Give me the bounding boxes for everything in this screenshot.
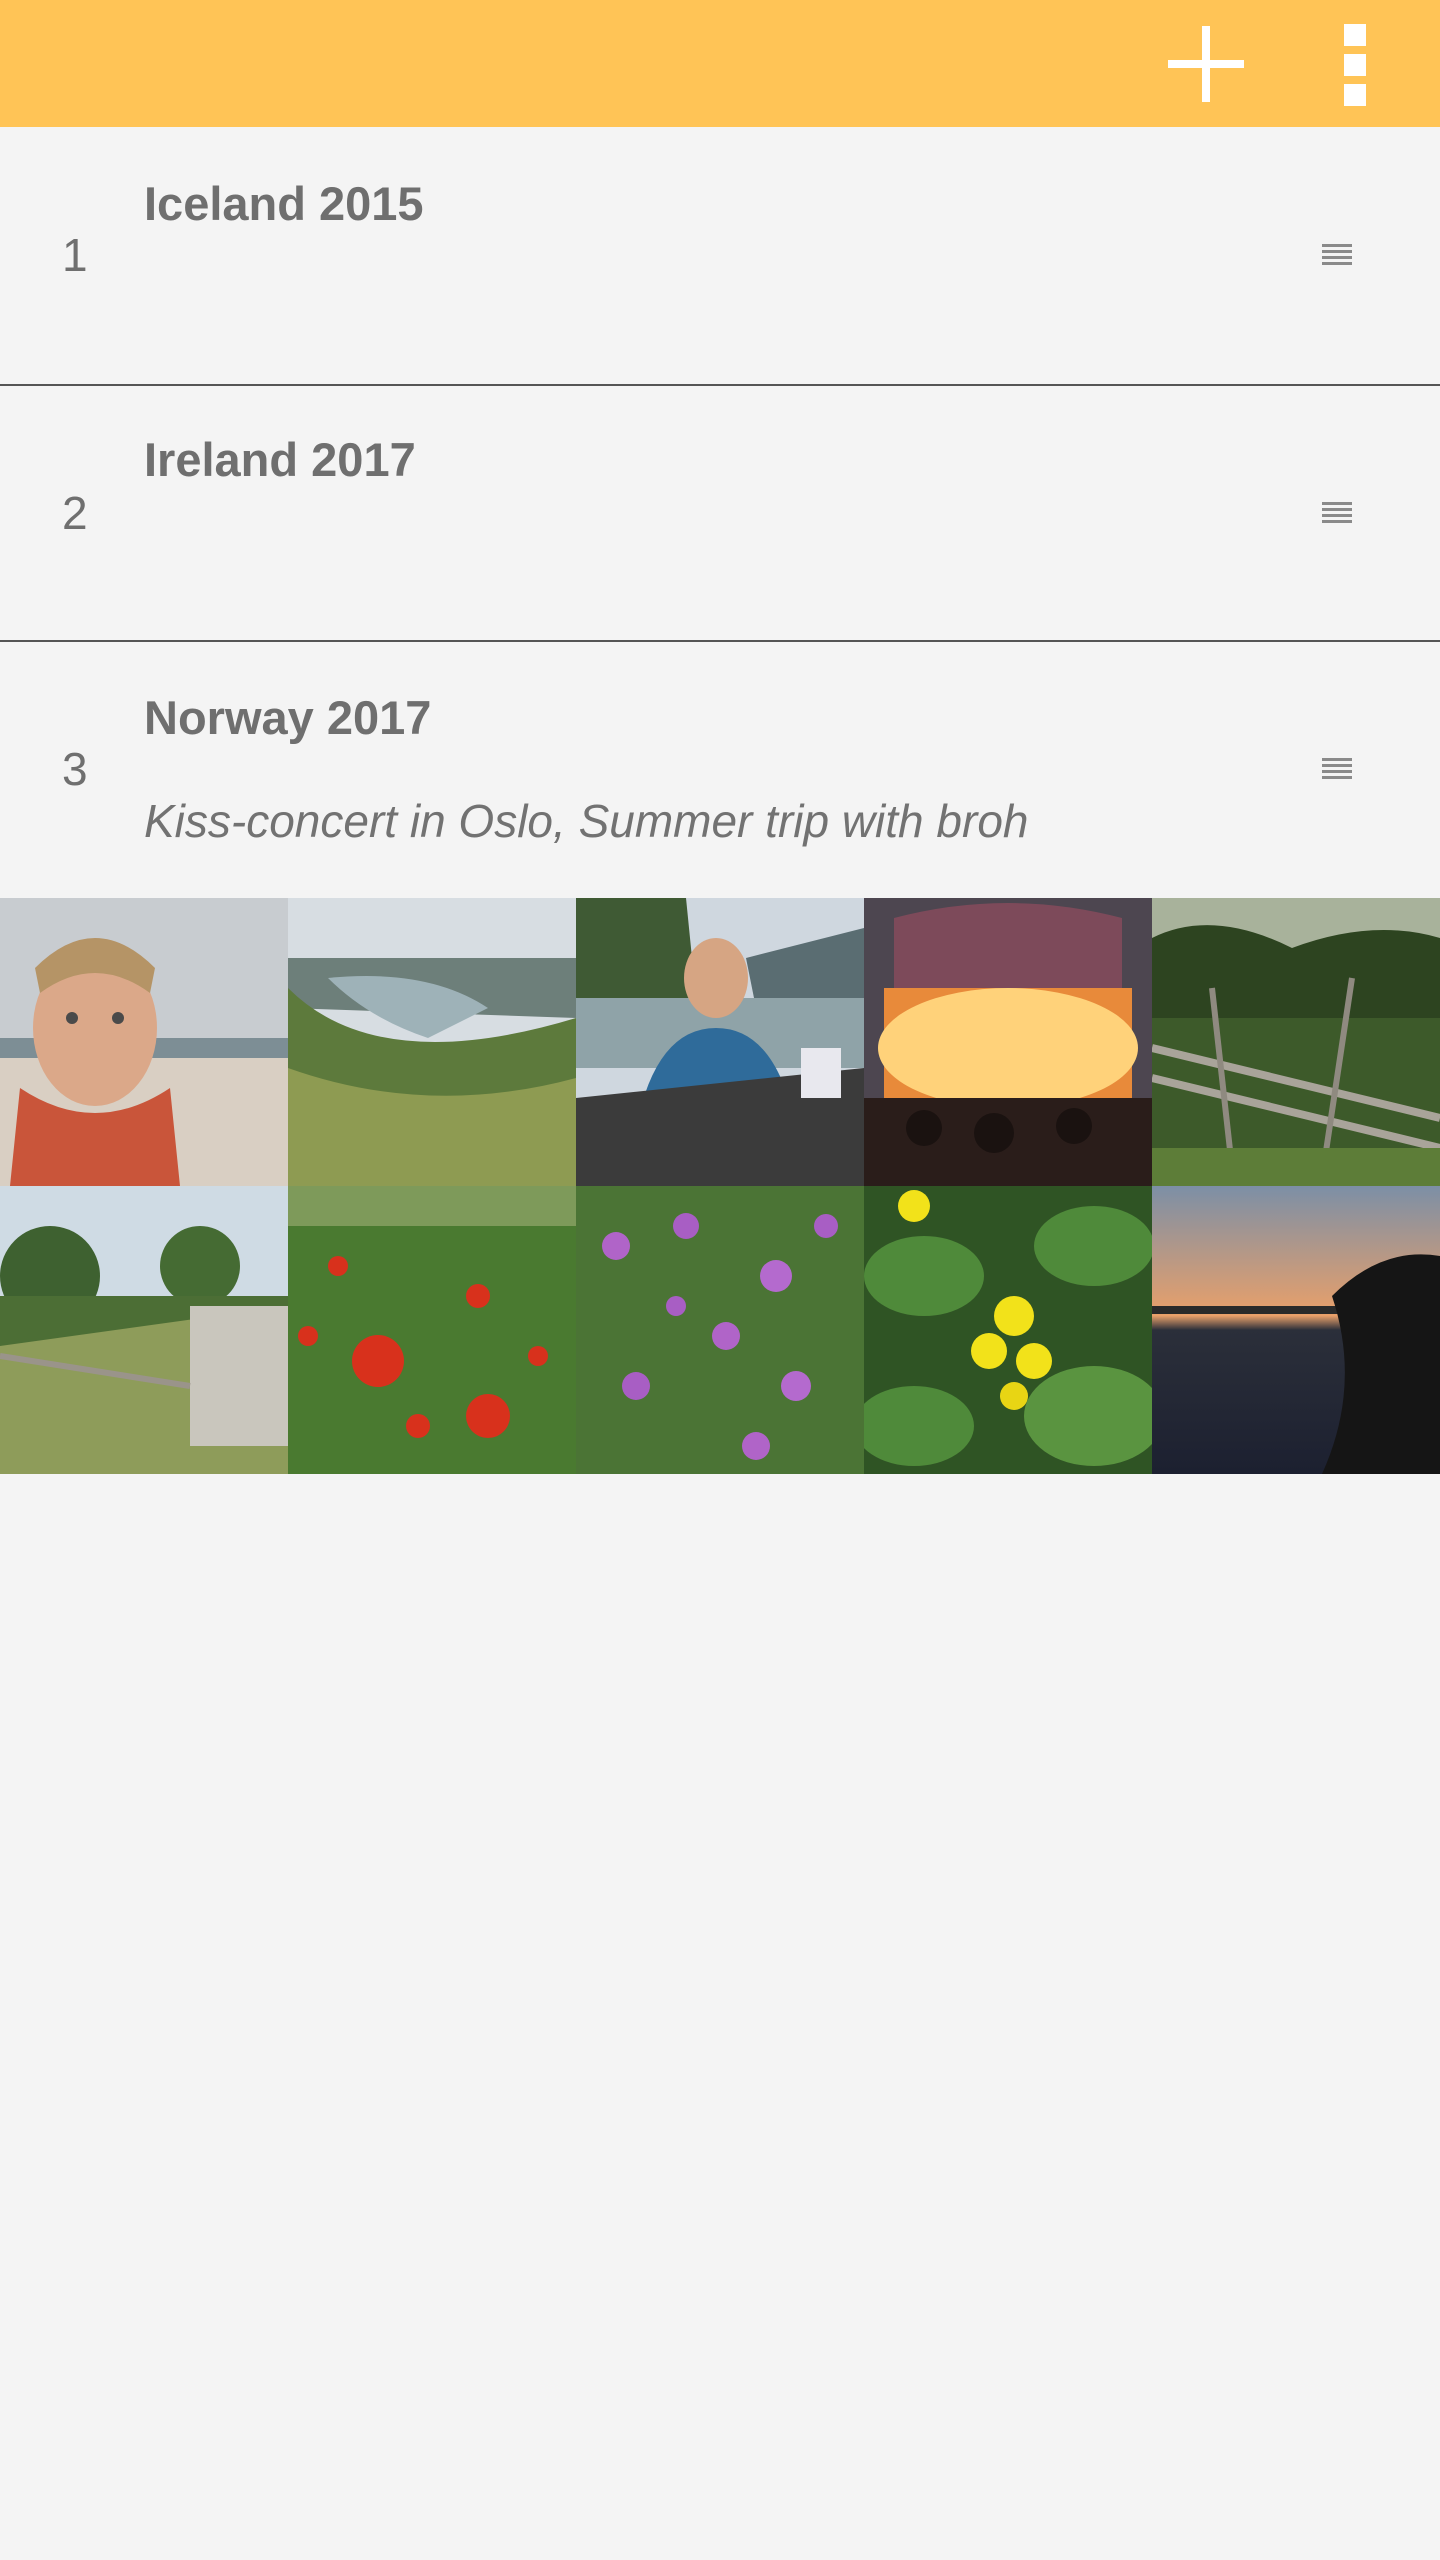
photo-selfie-beach[interactable] — [0, 898, 288, 1186]
drag-handle-icon[interactable] — [1322, 502, 1356, 524]
trip-row[interactable]: 1 Iceland 2015 — [0, 128, 1440, 386]
photo-man-at-table[interactable] — [576, 898, 864, 1186]
app-bar — [0, 0, 1440, 127]
photo-red-poppies[interactable] — [288, 1186, 576, 1474]
photo-sunset-lake[interactable] — [1152, 1186, 1440, 1474]
photo-fjord-valley[interactable] — [288, 898, 576, 1186]
photo-stone-wall[interactable] — [0, 1186, 288, 1474]
trip-number: 3 — [62, 743, 88, 795]
drag-handle-icon[interactable] — [1322, 244, 1356, 266]
photo-purple-flowers[interactable] — [576, 1186, 864, 1474]
photo-yellow-flower[interactable] — [864, 1186, 1152, 1474]
photo-concert-stage[interactable] — [864, 898, 1152, 1186]
trip-row[interactable]: 3 Norway 2017 Kiss-concert in Oslo, Summ… — [0, 642, 1440, 898]
add-icon[interactable] — [1168, 26, 1244, 102]
photo-wooden-fence[interactable] — [1152, 898, 1440, 1186]
trip-number: 1 — [62, 229, 88, 281]
drag-handle-icon[interactable] — [1322, 758, 1356, 780]
trip-title: Ireland 2017 — [144, 433, 416, 486]
trip-title: Iceland 2015 — [144, 177, 424, 230]
trip-row[interactable]: 2 Ireland 2017 — [0, 386, 1440, 642]
trip-title: Norway 2017 — [144, 691, 432, 744]
more-vertical-icon[interactable] — [1326, 20, 1386, 110]
trip-number: 2 — [62, 487, 88, 539]
trip-description: Kiss-concert in Oslo, Summer trip with b… — [144, 795, 1029, 847]
